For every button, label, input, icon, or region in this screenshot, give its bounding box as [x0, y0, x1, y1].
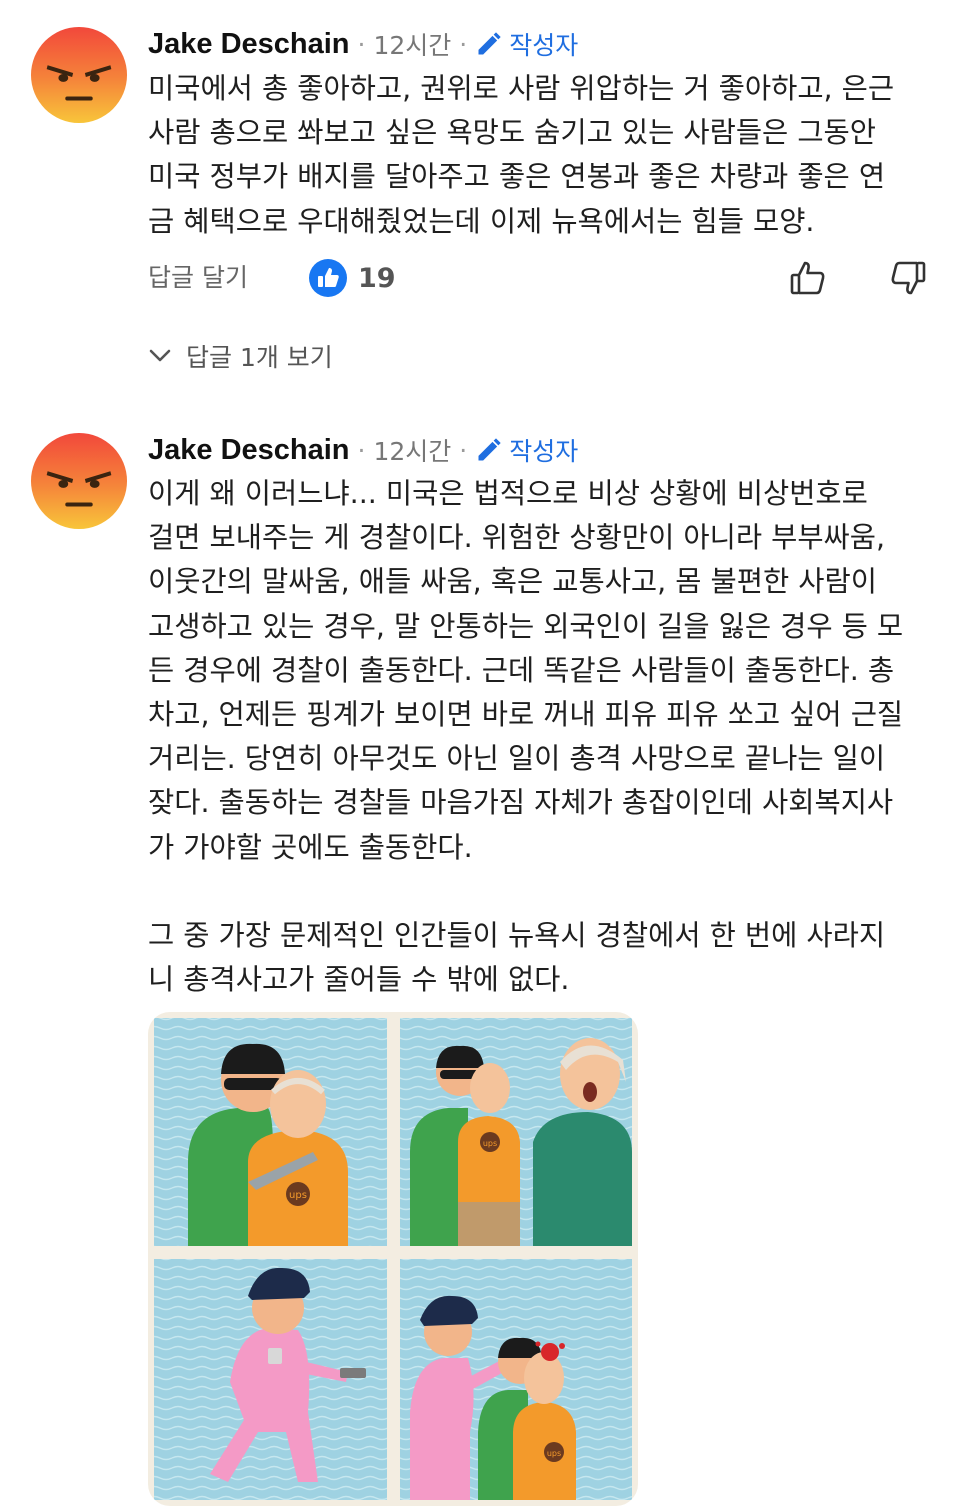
- comment-line: 잦다. 출동하는 경찰들 마음가짐 자체가 총잡이인데 사회복지사: [148, 786, 894, 820]
- thumb-down-icon[interactable]: [888, 258, 928, 298]
- comment-line: 그 중 가장 문제적인 인간들이 뉴욕시 경찰에서 한 번에 사라지: [148, 918, 886, 952]
- reply-button[interactable]: 답글 달기: [148, 258, 248, 298]
- angry-face-avatar-icon[interactable]: [30, 26, 128, 124]
- comic-illustration: ups ups ups: [148, 1012, 638, 1506]
- separator-dot: ·: [357, 435, 366, 465]
- pencil-icon: [478, 438, 501, 461]
- comment-body: 이게 왜 이러느냐... 미국은 법적으로 비상 상황에 비상번호로 걸면 보내…: [148, 472, 948, 1002]
- comment-author[interactable]: Jake Deschain: [148, 434, 350, 467]
- comment-1: Jake Deschain · 12시간 · 작성자 미국에서 총 좋아하고, …: [0, 0, 966, 400]
- comment-line: 거리는. 당연히 아무것도 아닌 일이 총격 사망으로 끝나는 일이: [148, 742, 886, 776]
- comment-line: 차고, 언제든 핑계가 보이면 바로 꺼내 피유 피유 쏘고 싶어 근질: [148, 698, 904, 732]
- separator-dot: ·: [459, 29, 468, 59]
- comment-body: 미국에서 총 좋아하고, 권위로 사람 위압하는 거 좋아하고, 은근 사람 총…: [148, 67, 948, 244]
- comment-line: 이웃간의 말싸움, 애들 싸움, 혹은 교통사고, 몸 불편한 사람이: [148, 565, 877, 599]
- author-badge-label: 작성자: [509, 31, 579, 60]
- comment-line: 가 가야할 곳에도 출동한다.: [148, 830, 473, 864]
- comment-author[interactable]: Jake Deschain: [148, 28, 350, 61]
- comment-image-comic[interactable]: ups ups ups: [148, 1012, 638, 1506]
- comment-time: 12시간: [373, 31, 452, 60]
- author-badge: 작성자: [475, 26, 578, 62]
- comment-line-blank: [148, 870, 948, 914]
- comment-line: 미국에서 총 좋아하고, 권위로 사람 위압하는 거 좋아하고, 은근: [148, 72, 895, 105]
- like-count: 19: [358, 262, 396, 294]
- author-badge: 작성자: [475, 432, 578, 468]
- like-badge-icon: [309, 259, 347, 297]
- author-badge-label: 작성자: [509, 437, 579, 466]
- ups-logo-text: ups: [483, 1139, 497, 1148]
- view-replies-button[interactable]: 답글 1개 보기: [148, 338, 333, 374]
- view-replies-label: 답글 1개 보기: [186, 343, 333, 372]
- ups-logo-text: ups: [547, 1449, 561, 1458]
- comment-line: 미국 정부가 배지를 달아주고 좋은 연봉과 좋은 차량과 좋은 연: [148, 160, 886, 194]
- comment-line: 사람 총으로 쏴보고 싶은 욕망도 숨기고 있는 사람들은 그동안: [148, 116, 876, 150]
- separator-dot: ·: [357, 29, 366, 59]
- ups-logo-text: ups: [289, 1190, 307, 1201]
- comment-line: 든 경우에 경찰이 출동한다. 근데 똑같은 사람들이 출동한다. 총: [148, 653, 895, 687]
- comment-actions: 답글 달기 19: [148, 258, 938, 298]
- chevron-down-icon: [149, 349, 171, 362]
- comment-time: 12시간: [373, 437, 452, 466]
- separator-dot: ·: [459, 435, 468, 465]
- comment-line: 걸면 보내주는 게 경찰이다. 위험한 상황만이 아니라 부부싸움,: [148, 521, 886, 555]
- angry-face-avatar-icon[interactable]: [30, 432, 128, 530]
- comment-line: 고생하고 있는 경우, 말 안통하는 외국인이 길을 잃은 경우 등 모: [148, 609, 904, 643]
- comment-line: 금 혜택으로 우대해줬었는데 이제 뉴욕에서는 힘들 모양.: [148, 204, 815, 238]
- thumb-up-icon[interactable]: [788, 258, 828, 298]
- comment-line: 이게 왜 이러느냐... 미국은 법적으로 비상 상황에 비상번호로: [148, 477, 868, 510]
- like-summary: 19: [308, 258, 396, 298]
- comment-line: 니 총격사고가 줄어들 수 밖에 없다.: [148, 963, 570, 997]
- pencil-icon: [478, 32, 501, 55]
